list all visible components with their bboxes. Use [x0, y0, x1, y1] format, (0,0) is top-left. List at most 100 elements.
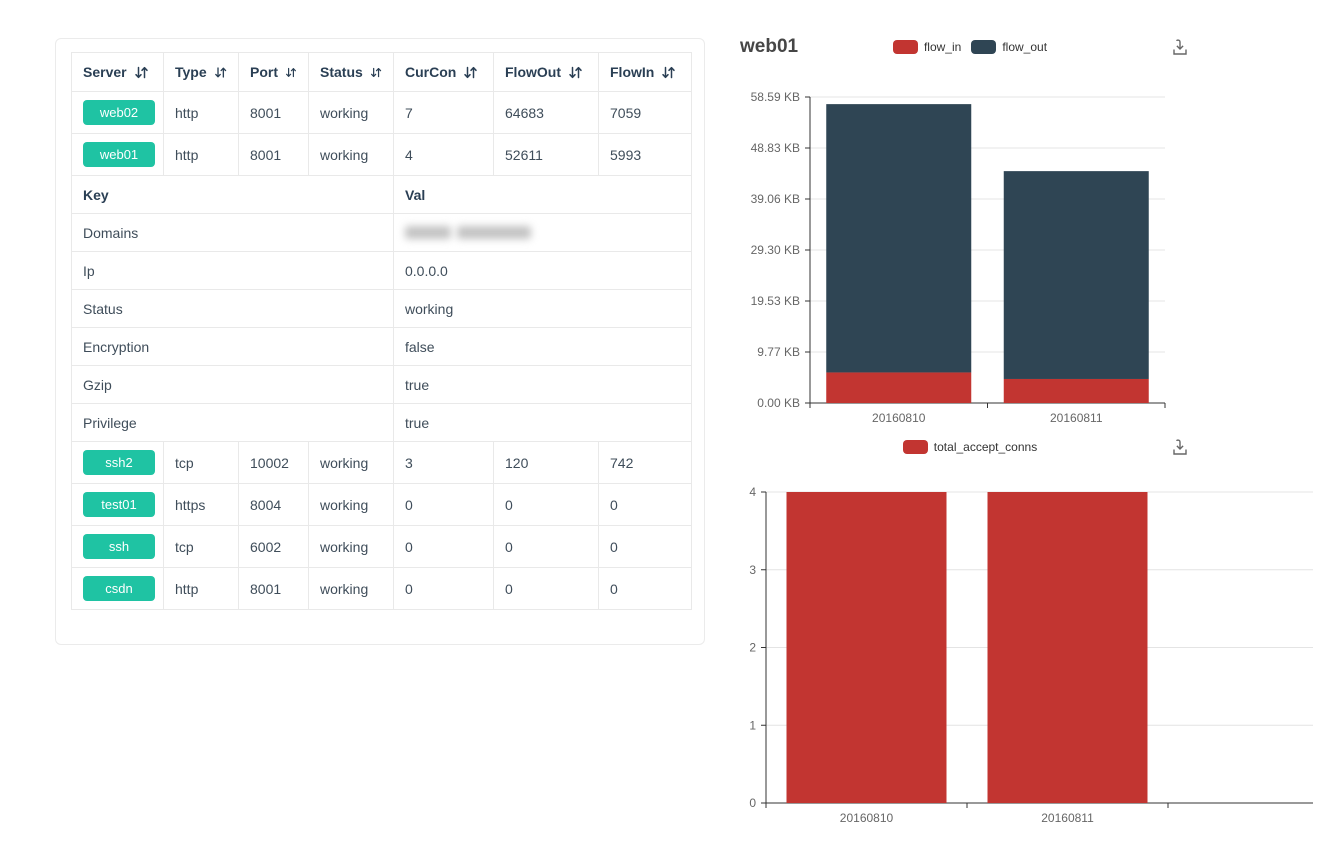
- detail-row-gzip: Gziptrue: [72, 366, 692, 404]
- detail-key: Gzip: [72, 366, 394, 404]
- sort-icon: [285, 66, 297, 79]
- column-header-curcon[interactable]: CurCon: [394, 53, 494, 92]
- y-tick-label: 9.77 KB: [757, 345, 800, 359]
- cell-curcon: 3: [394, 442, 494, 484]
- server-row-test01: test01https8004working000: [72, 484, 692, 526]
- detail-val: true: [394, 404, 692, 442]
- column-header-type[interactable]: Type: [164, 53, 239, 92]
- server-row-web01: web01http8001working4526115993: [72, 134, 692, 176]
- cell-flowout: 0: [494, 484, 599, 526]
- cell-server: test01: [72, 484, 164, 526]
- download-icon[interactable]: [1168, 37, 1192, 61]
- detail-row-ip: Ip0.0.0.0: [72, 252, 692, 290]
- server-button-ssh[interactable]: ssh: [83, 534, 155, 559]
- legend-item-flow_in[interactable]: flow_in: [893, 40, 961, 54]
- detail-val: 0.0.0.0: [394, 252, 692, 290]
- x-tick-label: 20160810: [840, 811, 894, 825]
- detail-row-status: Statusworking: [72, 290, 692, 328]
- cell-status: working: [309, 442, 394, 484]
- cell-flowout: 64683: [494, 92, 599, 134]
- legend-label: total_accept_conns: [934, 440, 1037, 454]
- column-header-flowout[interactable]: FlowOut: [494, 53, 599, 92]
- cell-port: 8001: [239, 92, 309, 134]
- sort-icon: [463, 66, 478, 79]
- server-row-ssh2: ssh2tcp10002working3120742: [72, 442, 692, 484]
- column-label: FlowIn: [610, 64, 654, 80]
- cell-server: web02: [72, 92, 164, 134]
- detail-val: working: [394, 290, 692, 328]
- legend-item-total_accept_conns[interactable]: total_accept_conns: [903, 440, 1037, 454]
- detail-row-privilege: Privilegetrue: [72, 404, 692, 442]
- y-tick-label: 3: [749, 563, 756, 577]
- server-button-test01[interactable]: test01: [83, 492, 155, 517]
- column-header-server[interactable]: Server: [72, 53, 164, 92]
- cell-status: working: [309, 568, 394, 610]
- flow-chart-plot: 0.00 KB9.77 KB19.53 KB29.30 KB39.06 KB48…: [720, 85, 1190, 435]
- y-tick-label: 58.59 KB: [751, 90, 800, 104]
- server-button-ssh2[interactable]: ssh2: [83, 450, 155, 475]
- cell-flowin: 7059: [599, 92, 692, 134]
- legend-label: flow_out: [1002, 40, 1047, 54]
- cell-port: 8001: [239, 568, 309, 610]
- detail-val: true: [394, 366, 692, 404]
- column-header-status[interactable]: Status: [309, 53, 394, 92]
- server-button-csdn[interactable]: csdn: [83, 576, 155, 601]
- server-row-web02: web02http8001working7646837059: [72, 92, 692, 134]
- column-label: Status: [320, 64, 363, 80]
- column-header-flowin[interactable]: FlowIn: [599, 53, 692, 92]
- cell-curcon: 0: [394, 526, 494, 568]
- download-icon[interactable]: [1168, 437, 1192, 461]
- cell-port: 10002: [239, 442, 309, 484]
- cell-port: 8001: [239, 134, 309, 176]
- save-as-image-icon: [1169, 437, 1191, 459]
- cell-curcon: 0: [394, 484, 494, 526]
- column-label: Type: [175, 64, 207, 80]
- y-tick-label: 48.83 KB: [751, 141, 800, 155]
- bar-flow_in-20160810[interactable]: [826, 372, 971, 403]
- conns-chart-legend: total_accept_conns: [750, 440, 1190, 454]
- page: ServerTypePortStatusCurConFlowOutFlowIn …: [0, 0, 1339, 860]
- bar-total_accept_conns-20160811[interactable]: [988, 492, 1148, 803]
- sort-icon: [134, 66, 149, 79]
- cell-flowin: 5993: [599, 134, 692, 176]
- cell-type: tcp: [164, 442, 239, 484]
- detail-key: Privilege: [72, 404, 394, 442]
- server-table: ServerTypePortStatusCurConFlowOutFlowIn …: [71, 52, 692, 610]
- detail-header-row: KeyVal: [72, 176, 692, 214]
- server-button-web02[interactable]: web02: [83, 100, 155, 125]
- cell-flowin: 0: [599, 526, 692, 568]
- column-label: Port: [250, 64, 278, 80]
- bar-flow_out-20160810[interactable]: [826, 104, 971, 372]
- legend-item-flow_out[interactable]: flow_out: [971, 40, 1047, 54]
- cell-flowout: 0: [494, 526, 599, 568]
- cell-flowin: 0: [599, 568, 692, 610]
- bar-total_accept_conns-20160810[interactable]: [787, 492, 947, 803]
- detail-key-header: Key: [72, 176, 394, 214]
- column-label: FlowOut: [505, 64, 561, 80]
- cell-type: http: [164, 568, 239, 610]
- x-tick-label: 20160810: [872, 411, 926, 425]
- cell-flowout: 120: [494, 442, 599, 484]
- conns-chart-plot: 012342016081020160811: [720, 470, 1339, 840]
- detail-val-header: Val: [394, 176, 692, 214]
- legend-label: flow_in: [924, 40, 961, 54]
- redacted-domain-value: [405, 226, 680, 239]
- detail-val: false: [394, 328, 692, 366]
- cell-status: working: [309, 92, 394, 134]
- server-table-card: ServerTypePortStatusCurConFlowOutFlowIn …: [55, 38, 705, 645]
- bar-flow_out-20160811[interactable]: [1004, 171, 1149, 379]
- y-tick-label: 0.00 KB: [757, 396, 800, 410]
- detail-val: [394, 214, 692, 252]
- bar-flow_in-20160811[interactable]: [1004, 379, 1149, 403]
- column-header-port[interactable]: Port: [239, 53, 309, 92]
- column-label: CurCon: [405, 64, 456, 80]
- cell-port: 8004: [239, 484, 309, 526]
- cell-flowout: 52611: [494, 134, 599, 176]
- server-row-csdn: csdnhttp8001working000: [72, 568, 692, 610]
- y-tick-label: 29.30 KB: [751, 243, 800, 257]
- column-label: Server: [83, 64, 127, 80]
- sort-icon: [661, 66, 676, 79]
- server-button-web01[interactable]: web01: [83, 142, 155, 167]
- legend-swatch: [893, 40, 918, 54]
- detail-key: Domains: [72, 214, 394, 252]
